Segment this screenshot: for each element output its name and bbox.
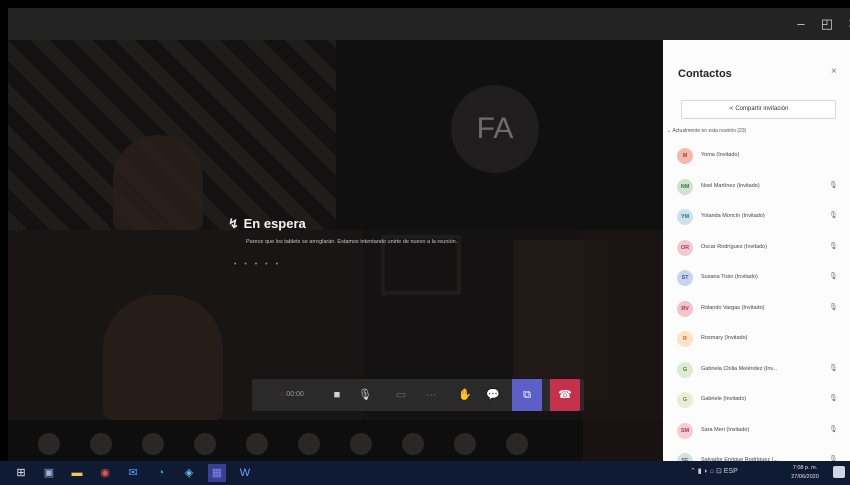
waiting-icon: ↯	[228, 216, 239, 231]
share-invite-label: Compartir invitación	[735, 106, 789, 112]
meeting-controls-bar: ◌ 00:00 ■ 🎙 ▭ ··· ✋ 💬 ⧉ ☎	[252, 379, 584, 411]
participant-thumbnail[interactable]	[454, 433, 476, 455]
contact-name: Gabriela Chilia Meléndez (Inv...	[701, 365, 778, 372]
microphone-icon: 🎙	[829, 212, 838, 219]
participant-thumbnail[interactable]	[90, 433, 112, 455]
contact-name: Sara Meri (Invitado)	[701, 426, 750, 433]
waiting-title: ↯ En espera	[228, 216, 458, 232]
contact-row[interactable]: OR Oscar Rodríguez (Invitado) 🎙	[677, 239, 845, 262]
participant-thumbnail[interactable]	[402, 433, 424, 455]
contact-name: Susana Tirán (Invitado)	[701, 274, 758, 280]
participant-thumbnail[interactable]	[298, 433, 320, 455]
contact-row[interactable]: R Rosmary (Invitado)	[677, 331, 845, 353]
contact-name: Yoma (Invitado)	[701, 152, 740, 158]
clock-time: 7:08 p. m.	[792, 465, 818, 471]
participant-thumbnail[interactable]	[142, 433, 164, 455]
contact-row[interactable]: G Gabriele (Invitado) 🎙	[677, 392, 845, 414]
contact-name: Gabriele (Invitado)	[701, 396, 747, 402]
contact-name: Rolando Vargas (Invitado)	[701, 304, 765, 311]
waiting-text: Parece que los tablets se arreglarán. Es…	[246, 239, 458, 245]
participants-icon[interactable]: ⧉	[512, 379, 542, 411]
close-icon[interactable]: ✕	[842, 14, 850, 34]
avatar: OR	[677, 239, 693, 256]
avatar: SM	[677, 422, 693, 439]
microphone-icon: 🎙	[829, 395, 838, 402]
task-view-icon[interactable]: ▣	[40, 464, 58, 482]
contact-row[interactable]: RV Rolando Vargas (Invitado) 🎙	[677, 300, 845, 323]
chat-icon[interactable]: 💬	[480, 379, 506, 411]
word-icon[interactable]: W	[236, 464, 254, 482]
edge-icon[interactable]: ◔	[152, 464, 170, 482]
contact-name: Noel Martínez (Invitado)	[701, 182, 760, 189]
chevron-down-icon: ⌄	[667, 128, 672, 134]
avatar: ST	[677, 270, 693, 286]
participant-thumbnail[interactable]	[506, 433, 528, 455]
teams-icon[interactable]: ▦	[208, 464, 226, 482]
minimize-icon[interactable]: –	[790, 14, 812, 34]
participant-thumbnail[interactable]	[194, 433, 216, 455]
contact-row[interactable]: SE Salvador Enrique Rodríguez (... 🎙	[677, 453, 845, 461]
contact-row[interactable]: YM Yolanda Moncín (Invitado) 🎙	[677, 209, 845, 231]
microphone-icon[interactable]: 🎙	[352, 379, 378, 411]
microphone-icon: 🎙	[829, 303, 838, 311]
section-header-text: Actualmente en esta reunión (23)	[672, 128, 747, 134]
participant-thumbnail[interactable]	[246, 433, 268, 455]
microphone-icon: 🎙	[829, 273, 838, 280]
camera-icon[interactable]: ■	[324, 379, 350, 411]
avatar: G	[677, 361, 693, 378]
file-explorer-icon[interactable]: ▬	[68, 464, 86, 482]
windows-taskbar: ⊞ ▣ ▬ ◉ ✉ ◔ ◈ ▦ W ⌃ ▮ ◗ ⌂ ⊡ ESP 7:08 p. m. 27/06…	[0, 461, 850, 485]
title-bar: – ◰ ✕	[8, 8, 850, 40]
contacts-panel: Contactos × ≺ Compartir invitación ⌄ Act…	[663, 40, 850, 461]
raise-hand-icon[interactable]: ✋	[452, 379, 478, 411]
avatar: M	[677, 148, 693, 164]
loading-dots: • • • • •	[234, 261, 282, 268]
contact-name: Yolanda Moncín (Invitado)	[701, 213, 765, 219]
microphone-icon: 🎙	[829, 242, 838, 250]
start-icon[interactable]: ⊞	[12, 464, 30, 482]
close-panel-icon[interactable]: ×	[831, 66, 837, 77]
chrome-icon[interactable]: ◉	[96, 464, 114, 482]
photos-icon[interactable]: ◈	[180, 464, 198, 482]
mail-icon[interactable]: ✉	[124, 464, 142, 482]
avatar: NM	[677, 178, 693, 195]
waiting-message: ↯ En espera Parece que los tablets se ar…	[228, 216, 458, 268]
avatar: SE	[677, 453, 693, 461]
contact-row[interactable]: ST Susana Tirán (Invitado) 🎙	[677, 270, 845, 292]
clock-date: 27/06/2020	[791, 474, 819, 480]
contact-name: Oscar Rodríguez (Invitado)	[701, 243, 768, 250]
microphone-icon: 🎙	[829, 425, 838, 433]
participant-thumbnail-strip	[38, 433, 648, 457]
microphone-icon: 🎙	[829, 364, 838, 372]
more-options-icon[interactable]: ···	[418, 379, 444, 411]
hang-up-icon[interactable]: ☎	[550, 379, 580, 411]
share-icon: ≺	[728, 106, 734, 112]
participant-thumbnail[interactable]	[350, 433, 372, 455]
clock[interactable]: 7:08 p. m. 27/06/2020	[783, 464, 827, 482]
share-invite-button[interactable]: ≺ Compartir invitación	[681, 100, 836, 119]
microphone-icon: 🎙	[829, 181, 838, 189]
contact-row[interactable]: M Yoma (Invitado)	[677, 148, 845, 170]
meeting-timer: ◌ 00:00	[280, 391, 304, 398]
avatar: R	[677, 331, 693, 347]
teams-meeting-window: – ◰ ✕ FA ↯ En espera Parece que los tabl…	[8, 8, 850, 461]
contact-row[interactable]: SM Sara Meri (Invitado) 🎙	[677, 422, 845, 445]
participant-thumbnail[interactable]	[38, 433, 60, 455]
notifications-icon[interactable]	[833, 466, 845, 478]
share-screen-icon[interactable]: ▭	[388, 379, 414, 411]
avatar: RV	[677, 300, 693, 317]
avatar: G	[677, 392, 693, 408]
contact-row[interactable]: G Gabriela Chilia Meléndez (Inv... 🎙	[677, 361, 845, 384]
panel-title: Contactos	[678, 68, 732, 80]
restore-icon[interactable]: ◰	[816, 14, 838, 34]
in-meeting-section-header[interactable]: ⌄ Actualmente en esta reunión (23)	[667, 128, 746, 134]
meeting-timer-text: 00:00	[286, 391, 304, 398]
waiting-title-text: En espera	[243, 216, 306, 231]
system-tray[interactable]: ⌃ ▮ ◗ ⌂ ⊡ ESP	[690, 467, 738, 475]
contact-row[interactable]: NM Noel Martínez (Invitado) 🎙	[677, 178, 845, 201]
contact-name: Rosmary (Invitado)	[701, 335, 748, 341]
video-stage: FA ↯ En espera Parece que los tablets se…	[8, 40, 663, 461]
avatar: YM	[677, 209, 693, 225]
